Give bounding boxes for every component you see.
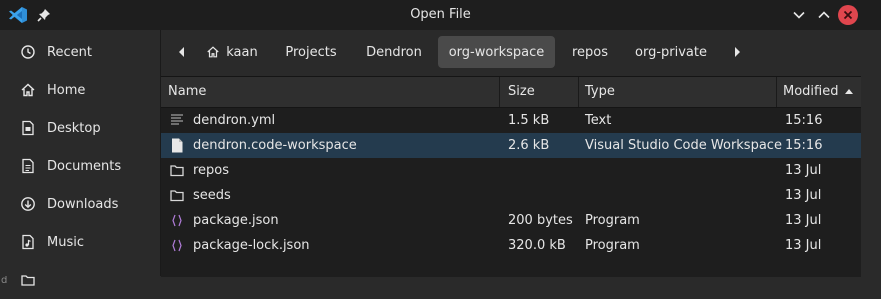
file-list: Name Size Type Modified dendron.yml 1.5 … bbox=[161, 76, 861, 277]
file-row[interactable]: seeds 13 Jul bbox=[161, 183, 861, 208]
file-name: seeds bbox=[193, 188, 231, 203]
chevron-left-icon bbox=[179, 47, 184, 57]
file-row[interactable]: package-lock.json 320.0 kB Program 13 Ju… bbox=[161, 233, 861, 258]
file-name: repos bbox=[193, 163, 230, 178]
title-bar: Open File bbox=[0, 0, 881, 30]
sidebar-item-recent[interactable]: Recent bbox=[8, 33, 160, 71]
sidebar-item-downloads[interactable]: Downloads bbox=[8, 185, 160, 223]
file-name: dendron.code-workspace bbox=[193, 138, 357, 153]
file-type: Program bbox=[585, 238, 640, 253]
sidebar-item-label: Downloads bbox=[47, 196, 119, 212]
sidebar-item-music[interactable]: Music bbox=[8, 223, 160, 261]
file-name: dendron.yml bbox=[193, 113, 276, 128]
file-icon bbox=[172, 138, 183, 153]
minimize-button[interactable] bbox=[790, 7, 808, 23]
sidebar-item-more[interactable] bbox=[8, 261, 160, 299]
downloads-icon bbox=[20, 196, 36, 212]
file-type: Text bbox=[585, 113, 612, 128]
file-type: Program bbox=[585, 213, 640, 228]
file-list-header: Name Size Type Modified bbox=[161, 77, 861, 108]
code-file-icon bbox=[172, 214, 182, 227]
sidebar-item-label: Home bbox=[47, 82, 86, 98]
column-header-name[interactable]: Name bbox=[168, 77, 206, 107]
column-divider[interactable] bbox=[499, 77, 500, 107]
file-name: package-lock.json bbox=[193, 238, 310, 253]
sidebar-item-documents[interactable]: Documents bbox=[8, 147, 160, 185]
close-button[interactable] bbox=[838, 5, 858, 25]
column-divider[interactable] bbox=[776, 77, 777, 107]
path-crumb-org-workspace[interactable]: org-workspace bbox=[438, 36, 555, 68]
file-modified: 13 Jul bbox=[785, 163, 822, 178]
clock-icon bbox=[20, 44, 36, 60]
sidebar-item-desktop[interactable]: Desktop bbox=[8, 109, 160, 147]
text-file-icon bbox=[171, 114, 183, 125]
file-row[interactable]: dendron.yml 1.5 kB Text 15:16 bbox=[161, 108, 861, 133]
close-icon bbox=[843, 10, 853, 20]
chevron-right-icon bbox=[735, 47, 740, 57]
column-divider[interactable] bbox=[578, 77, 579, 107]
sort-ascending-icon bbox=[845, 89, 853, 94]
file-size: 1.5 kB bbox=[508, 113, 550, 128]
maximize-button[interactable] bbox=[815, 7, 833, 23]
sidebar-item-label: Desktop bbox=[47, 120, 101, 136]
home-icon bbox=[20, 82, 36, 98]
home-icon bbox=[207, 46, 219, 58]
documents-icon bbox=[20, 158, 36, 174]
desktop-icon bbox=[20, 120, 36, 136]
sidebar-item-home[interactable]: Home bbox=[8, 71, 160, 109]
file-modified: 15:16 bbox=[785, 138, 823, 153]
path-crumb-projects[interactable]: Projects bbox=[273, 36, 349, 68]
file-size: 320.0 kB bbox=[508, 238, 566, 253]
file-modified: 13 Jul bbox=[785, 238, 822, 253]
path-bar: kaan Projects Dendron org-workspace repo… bbox=[161, 30, 861, 74]
sidebar-item-label: Documents bbox=[47, 158, 122, 174]
path-crumb-label: kaan bbox=[226, 44, 258, 60]
music-icon bbox=[20, 234, 36, 250]
file-size: 2.6 kB bbox=[508, 138, 550, 153]
file-name: package.json bbox=[193, 213, 279, 228]
file-modified: 13 Jul bbox=[785, 188, 822, 203]
path-crumb-org-private[interactable]: org-private bbox=[627, 36, 715, 68]
file-size: 200 bytes bbox=[508, 213, 573, 228]
code-file-icon bbox=[172, 239, 182, 252]
file-row-selected[interactable]: dendron.code-workspace 2.6 kB Visual Stu… bbox=[161, 133, 861, 158]
file-row[interactable]: repos 13 Jul bbox=[161, 158, 861, 183]
folder-icon bbox=[170, 165, 184, 177]
sidebar-item-label: Recent bbox=[47, 44, 92, 60]
path-crumb-dendron[interactable]: Dendron bbox=[355, 36, 433, 68]
path-crumb-kaan[interactable]: kaan bbox=[201, 36, 263, 68]
column-header-size[interactable]: Size bbox=[508, 77, 535, 107]
column-header-type[interactable]: Type bbox=[585, 77, 615, 107]
column-header-modified[interactable]: Modified bbox=[783, 77, 838, 107]
path-scroll-left-button[interactable] bbox=[169, 36, 195, 68]
file-row[interactable]: package.json 200 bytes Program 13 Jul bbox=[161, 208, 861, 233]
sidebar-item-label: Music bbox=[47, 234, 84, 250]
file-modified: 15:16 bbox=[785, 113, 823, 128]
places-sidebar: Recent Home Desktop Documents Downloads … bbox=[8, 30, 160, 286]
folder-icon bbox=[170, 190, 184, 202]
path-scroll-right-button[interactable] bbox=[724, 36, 750, 68]
path-crumb-repos[interactable]: repos bbox=[561, 36, 619, 68]
window-title: Open File bbox=[410, 7, 471, 22]
file-type: Visual Studio Code Workspace bbox=[585, 138, 782, 153]
folder-icon bbox=[20, 272, 36, 288]
file-modified: 13 Jul bbox=[785, 213, 822, 228]
